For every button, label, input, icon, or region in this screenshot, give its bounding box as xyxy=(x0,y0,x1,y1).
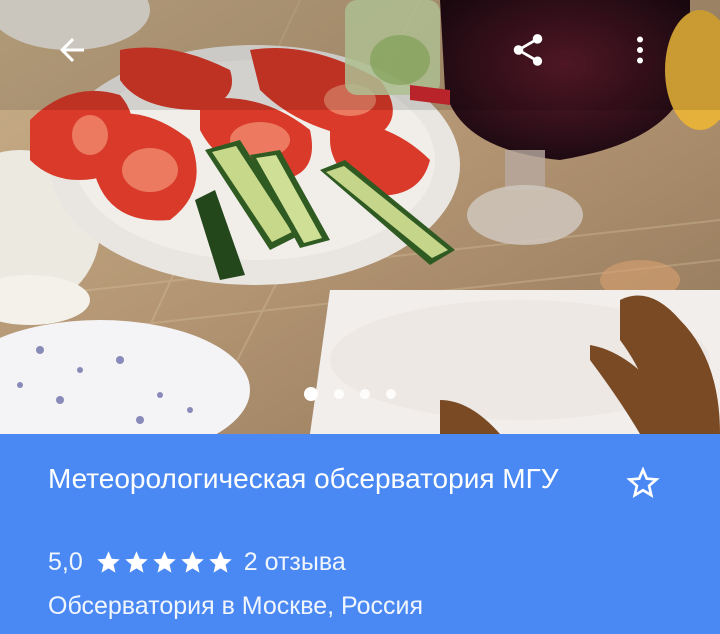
rating-value: 5,0 xyxy=(48,547,83,576)
photo-pager xyxy=(304,386,396,402)
more-options-button[interactable] xyxy=(616,26,664,74)
star-filled-icon xyxy=(153,550,176,573)
place-category: Обсерватория в Москве, Россия xyxy=(48,592,424,620)
save-place-button[interactable] xyxy=(620,460,666,506)
more-vert-icon xyxy=(637,36,643,64)
star-outline-icon xyxy=(626,466,660,498)
arrow-back-icon xyxy=(60,38,84,62)
star-filled-icon xyxy=(97,550,120,573)
pager-dot[interactable] xyxy=(386,389,396,399)
rating-row[interactable]: 5,0 2 отзыва xyxy=(48,546,346,578)
pager-dot[interactable] xyxy=(304,387,318,401)
star-filled-icon xyxy=(181,550,204,573)
back-button[interactable] xyxy=(48,26,96,74)
food-table-photo xyxy=(0,0,720,434)
share-icon xyxy=(513,34,543,66)
place-title: Метеорологическая обсерватория МГУ xyxy=(48,463,559,494)
place-info-panel: Метеорологическая обсерватория МГУ 5,0 2… xyxy=(0,434,720,634)
star-filled-icon xyxy=(125,550,148,573)
pager-dot[interactable] xyxy=(334,389,344,399)
place-photo[interactable] xyxy=(0,0,720,434)
star-filled-icon xyxy=(209,550,232,573)
share-button[interactable] xyxy=(504,26,552,74)
rating-stars xyxy=(95,549,234,576)
review-count: 2 отзыва xyxy=(243,547,346,576)
pager-dot[interactable] xyxy=(360,389,370,399)
